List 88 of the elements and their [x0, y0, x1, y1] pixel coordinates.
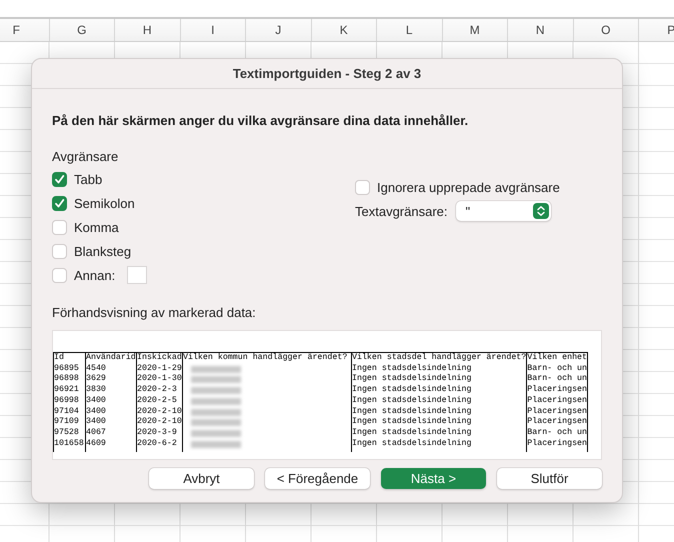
table-cell: 3400 — [86, 396, 136, 407]
redacted-text — [191, 419, 241, 426]
column-header[interactable]: L — [377, 19, 442, 41]
column-header[interactable]: K — [312, 19, 377, 41]
column-header: Vilken kommun handlägger ärendet? — [182, 352, 352, 364]
instruction-text: På den här skärmen anger du vilka avgränsare dina data innehåller. — [52, 113, 470, 130]
column-header[interactable]: N — [508, 19, 574, 41]
table-cell: Ingen stadsdelsindelning — [352, 428, 527, 439]
table-cell: 2020-2-5 — [136, 396, 182, 407]
checkbox[interactable] — [52, 172, 67, 186]
table-cell: Ingen stadsdelsindelning — [352, 417, 527, 428]
dropdown[interactable]: " — [456, 201, 550, 221]
checkbox[interactable] — [52, 244, 67, 258]
table-cell: 2020-2-10 — [136, 417, 182, 428]
stepper-icon — [532, 203, 548, 219]
column-header: Inskickad — [136, 352, 182, 364]
column-header[interactable]: M — [442, 19, 508, 41]
table-cell: 4540 — [86, 364, 136, 374]
table-cell: Placeringsen — [526, 438, 588, 452]
column-header: Användarid — [86, 352, 136, 364]
table-cell: 96998 — [54, 396, 86, 407]
table-cell: 2020-2-3 — [136, 385, 182, 396]
column-header: Vilken stadsdel handlägger ärendet? — [352, 352, 527, 364]
table-cell: Ingen stadsdelsindelning — [352, 364, 527, 374]
column-header: Id — [54, 352, 86, 364]
redacted-text — [191, 366, 241, 373]
dialog-button[interactable]: < Föregående — [265, 468, 370, 489]
table-cell: 3400 — [86, 406, 136, 418]
field-label: Textavgränsare: — [355, 204, 448, 218]
checkbox-label[interactable]: Komma — [74, 220, 119, 234]
table-cell: Placeringsen — [526, 396, 588, 407]
table-cell: Placeringsen — [526, 406, 588, 418]
column-header[interactable]: I — [180, 19, 246, 41]
checkbox[interactable] — [52, 268, 67, 282]
table-cell: Placeringsen — [526, 417, 588, 428]
table-cell: Ingen stadsdelsindelning — [352, 374, 527, 386]
checkbox-label[interactable]: Blanksteg — [74, 244, 132, 258]
dialog-button[interactable]: Slutför — [497, 468, 602, 489]
column-header[interactable]: G — [50, 19, 115, 41]
table-cell: 101658 — [54, 438, 86, 452]
table-cell: 96921 — [54, 385, 86, 396]
redacted-text — [191, 376, 241, 384]
table-cell: 2020-2-10 — [136, 406, 182, 418]
table-cell: 4067 — [86, 428, 136, 439]
table-cell: 96898 — [54, 374, 86, 386]
redacted-text — [191, 398, 241, 405]
table-cell: 97104 — [54, 406, 86, 418]
section-label: Avgränsare — [52, 148, 120, 166]
column-header[interactable]: O — [574, 19, 639, 41]
table-cell: Ingen stadsdelsindelning — [352, 406, 527, 418]
checkbox[interactable] — [355, 180, 370, 194]
table-cell: 2020-3-9 — [136, 428, 182, 439]
table-cell: Barn- och un — [526, 428, 588, 439]
table-cell: Placeringsen — [526, 385, 588, 396]
column-header[interactable]: H — [115, 19, 180, 41]
input-field[interactable] — [127, 266, 148, 284]
preview-label: Förhandsvisning av markerad data: — [52, 305, 257, 322]
table-cell: 2020-1-29 — [136, 364, 182, 374]
checkbox[interactable] — [52, 196, 67, 210]
dialog-button[interactable]: Nästa > — [381, 468, 486, 489]
checkbox-label[interactable]: Annan: — [74, 268, 116, 282]
checkbox-label[interactable]: Tabb — [74, 172, 102, 186]
table-cell: 2020-6-2 — [136, 438, 182, 452]
checkbox-label[interactable]: Ignorera upprepade avgränsare — [377, 180, 560, 194]
column-header: Vilken enhet — [526, 352, 588, 364]
table-cell: 96895 — [54, 364, 86, 374]
table-cell: 2020-1-30 — [136, 374, 182, 386]
table-cell: 3830 — [86, 385, 136, 396]
redacted-text — [191, 440, 241, 448]
table-cell: 4609 — [86, 438, 136, 452]
table-cell: Ingen stadsdelsindelning — [352, 438, 527, 452]
column-header[interactable]: J — [246, 19, 312, 41]
redacted-text — [191, 387, 241, 394]
table-cell: Barn- och un — [526, 364, 588, 374]
dialog-button[interactable]: Avbryt — [149, 468, 254, 489]
redacted-text — [191, 408, 241, 416]
column-header[interactable]: F — [0, 19, 50, 41]
checkbox-label[interactable]: Semikolon — [74, 196, 135, 210]
checkbox[interactable] — [52, 220, 67, 234]
table-cell: 97528 — [54, 428, 86, 439]
table-cell: Barn- och un — [526, 374, 588, 386]
window-title: Textimportguiden - Steg 2 av 3 — [32, 59, 622, 89]
table-cell: Ingen stadsdelsindelning — [352, 385, 527, 396]
table-cell: Ingen stadsdelsindelning — [352, 396, 527, 407]
table-cell: 3629 — [86, 374, 136, 386]
table-cell: 97109 — [54, 417, 86, 428]
table-cell: 3400 — [86, 417, 136, 428]
redacted-text — [191, 430, 241, 437]
